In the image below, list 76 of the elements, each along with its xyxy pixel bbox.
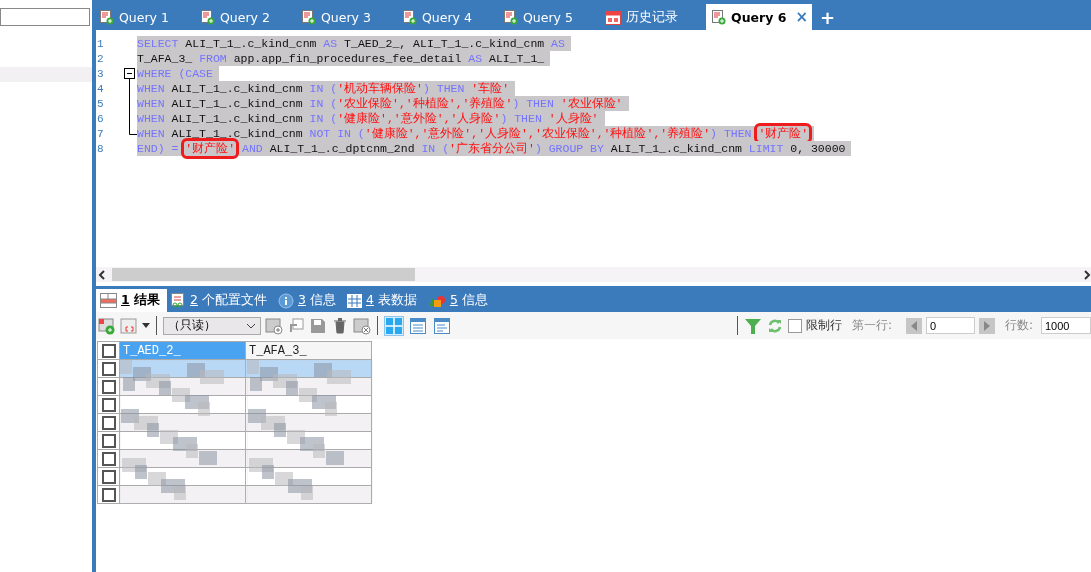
row-checkbox[interactable] <box>101 379 116 394</box>
line-number: 1 <box>96 37 105 50</box>
limit-rows-checkbox[interactable] <box>787 318 802 333</box>
scroll-right-icon[interactable] <box>1083 268 1091 281</box>
info-icon <box>278 292 294 309</box>
limit-rows-label: 限制行 <box>805 317 842 334</box>
profile-document-icon <box>171 293 187 308</box>
query-tab[interactable]: Query 2 <box>201 4 302 30</box>
row-checkbox[interactable] <box>101 451 116 466</box>
result-grid-icon <box>100 293 117 308</box>
line-number: 7 <box>96 127 105 140</box>
row-checkbox[interactable] <box>101 487 116 502</box>
line-number: 4 <box>96 82 105 95</box>
select-all-checkbox[interactable] <box>101 343 116 358</box>
previous-button[interactable] <box>905 317 922 334</box>
table-icon <box>346 293 362 308</box>
shapes-icon <box>427 293 446 308</box>
column-header[interactable]: T_AED_2_ <box>120 342 246 360</box>
query-tab[interactable]: 历史记录 <box>605 4 706 30</box>
result-tab[interactable]: 5 信息 <box>423 289 495 312</box>
line-number: 3 <box>96 67 105 80</box>
row-checkbox[interactable] <box>101 361 116 376</box>
line-number: 8 <box>96 142 105 155</box>
calendar-icon <box>605 9 621 25</box>
triangle-right-icon <box>983 320 990 331</box>
query-tab[interactable]: Query 3 <box>302 4 403 30</box>
delete-row-icon[interactable] <box>353 316 371 335</box>
line-number: 2 <box>96 52 105 65</box>
horizontal-scrollbar[interactable] <box>96 267 1091 282</box>
row-count-label: 行数: <box>1004 317 1033 334</box>
query-document-icon <box>504 9 518 25</box>
chevron-down-icon <box>246 322 256 329</box>
result-tab[interactable]: 1 结果 <box>96 289 168 312</box>
caret-icon[interactable] <box>142 322 150 329</box>
text-view-icon <box>434 317 450 334</box>
query-document-icon <box>403 9 417 25</box>
add-record-icon[interactable] <box>98 316 116 335</box>
triangle-left-icon <box>910 320 917 331</box>
column-header[interactable]: T_AFA_3_ <box>246 342 372 360</box>
filter-icon[interactable] <box>743 316 762 335</box>
form-view-icon <box>410 317 426 334</box>
query-document-icon <box>712 9 726 25</box>
view-toggle[interactable] <box>384 315 404 336</box>
insert-row-icon[interactable] <box>265 316 283 335</box>
query-document-icon <box>302 9 316 25</box>
first-row-field[interactable]: 0 <box>925 317 975 334</box>
close-button[interactable]: × <box>795 8 808 26</box>
query-tab[interactable]: Query 6 × <box>706 4 812 30</box>
row-checkbox[interactable] <box>101 469 116 484</box>
trash-icon[interactable] <box>331 316 349 335</box>
result-tab[interactable]: 4 表数据 <box>342 289 424 312</box>
line-number: 5 <box>96 97 105 110</box>
result-tab[interactable]: 3 信息 <box>274 289 343 312</box>
result-tab[interactable]: 2 个配置文件 <box>167 289 274 312</box>
query-tab[interactable]: Query 4 <box>403 4 504 30</box>
query-tab[interactable]: Query 1 <box>100 4 201 30</box>
view-toggle[interactable] <box>408 315 428 336</box>
scroll-left-icon[interactable] <box>96 268 108 281</box>
next-button[interactable] <box>978 317 995 334</box>
mode-select[interactable]: （只读） <box>163 316 261 335</box>
save-icon[interactable] <box>309 316 327 335</box>
view-toggle[interactable] <box>432 315 452 336</box>
query-document-icon <box>100 9 114 25</box>
line-number: 6 <box>96 112 105 125</box>
search-field[interactable] <box>0 8 90 26</box>
query-tab[interactable]: Query 5 <box>504 4 605 30</box>
query-document-icon <box>201 9 215 25</box>
new-tab-button[interactable]: + <box>819 4 836 30</box>
row-count-field[interactable]: 1000 <box>1041 317 1091 334</box>
undo-icon[interactable] <box>287 316 305 335</box>
grid-view-icon <box>386 317 402 334</box>
fold-collapse-icon[interactable] <box>124 66 135 81</box>
row-checkbox[interactable] <box>101 415 116 430</box>
row-checkbox[interactable] <box>101 397 116 412</box>
row-checkbox[interactable] <box>101 433 116 448</box>
first-row-label: 第一行: <box>851 317 892 334</box>
